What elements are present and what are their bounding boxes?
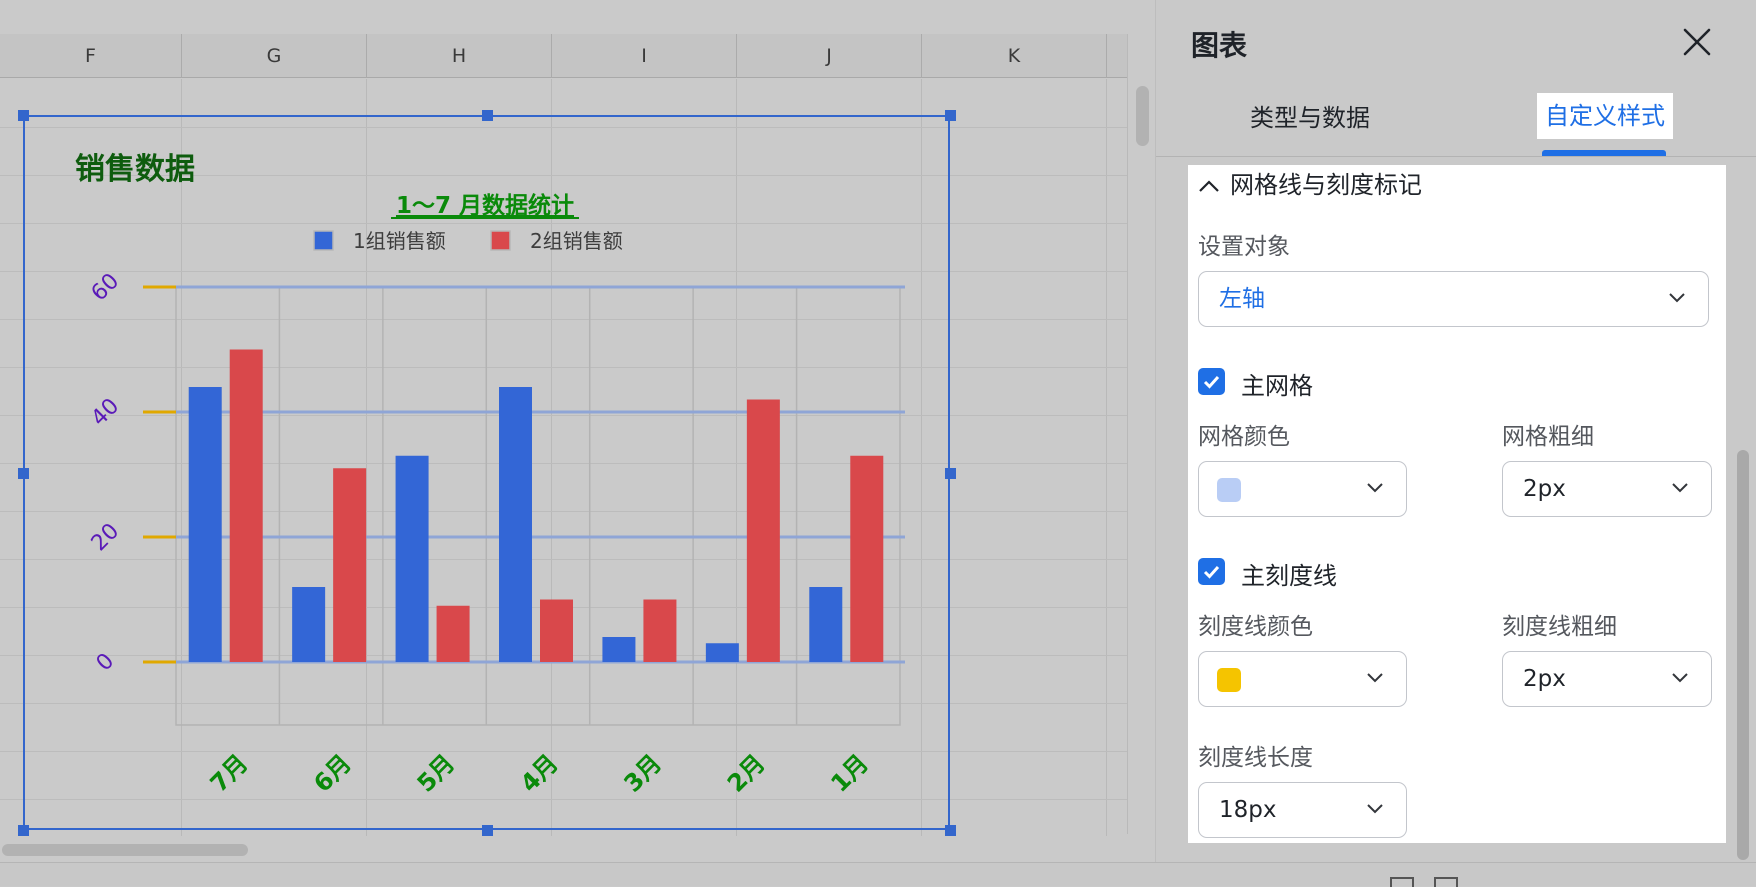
resize-handle[interactable] <box>481 825 493 836</box>
grid-color-select[interactable] <box>1198 461 1407 517</box>
spreadsheet-area[interactable]: FGHIJK 销售数据 1～7 月数据统计 1组销售额 2组销售额 0 20 40 60 7月 6… <box>0 0 1155 886</box>
target-label: 设置对象 <box>1198 234 1290 260</box>
bar-series1 <box>705 643 739 662</box>
vertical-scroll-thumb[interactable] <box>1136 86 1149 146</box>
y-tick-label: 60 <box>87 269 124 306</box>
tab-divider <box>1156 156 1756 157</box>
plot-area-border <box>175 286 901 726</box>
horizontal-scroll-thumb[interactable] <box>2 844 248 856</box>
bar-chart[interactable]: 销售数据 1～7 月数据统计 1组销售额 2组销售额 0 20 40 60 7月 6月 5月 4月 3月… <box>25 117 952 832</box>
grid-width-label: 网格粗细 <box>1502 424 1594 450</box>
tick-length-select[interactable]: 18px <box>1198 782 1407 838</box>
settings-card: 网格线与刻度标记 设置对象 左轴 主网格 网格颜色 网格粗细 2px 主刻度线 … <box>1188 165 1726 843</box>
tick-color-select[interactable] <box>1198 651 1407 707</box>
column-header-j[interactable]: J <box>737 34 922 78</box>
bar-series2 <box>333 468 367 662</box>
column-header-f[interactable]: F <box>0 34 182 78</box>
grid-width-value: 2px <box>1523 476 1566 502</box>
target-select-value: 左轴 <box>1219 286 1265 312</box>
tick-color-label: 刻度线颜色 <box>1198 614 1313 640</box>
major-tick-label: 主刻度线 <box>1241 562 1337 590</box>
grid-color-swatch <box>1217 478 1241 502</box>
resize-handle[interactable] <box>945 467 956 479</box>
resize-handle[interactable] <box>18 825 29 836</box>
y-tick-label: 0 <box>92 649 120 677</box>
grid-color-label: 网格颜色 <box>1198 424 1290 450</box>
major-grid-checkbox[interactable] <box>1198 368 1225 395</box>
bar-series2 <box>746 399 780 662</box>
x-tick-label: 4月 <box>515 749 564 798</box>
chevron-down-icon <box>1367 804 1383 814</box>
panel-scrollbar[interactable] <box>1737 450 1749 860</box>
check-icon <box>1203 565 1220 579</box>
y-tick-label: 20 <box>87 519 124 556</box>
bar-series1 <box>499 387 532 662</box>
section-title: 网格线与刻度标记 <box>1230 171 1422 199</box>
column-header-g[interactable]: G <box>182 34 367 78</box>
grid-column-line <box>1106 79 1107 836</box>
resize-handle[interactable] <box>18 467 29 479</box>
close-icon[interactable] <box>1679 24 1715 60</box>
target-select[interactable]: 左轴 <box>1198 271 1709 327</box>
x-tick-label: 2月 <box>722 749 771 798</box>
legend-swatch <box>490 230 511 251</box>
horizontal-scrollbar[interactable] <box>0 836 1155 862</box>
chevron-up-icon[interactable] <box>1198 179 1220 193</box>
legend-label: 1组销售额 <box>353 229 446 253</box>
section-header-gridlines[interactable]: 网格线与刻度标记 <box>1198 165 1422 199</box>
resize-handle[interactable] <box>945 825 956 836</box>
bar-series1 <box>188 387 222 662</box>
tick-width-select[interactable]: 2px <box>1502 651 1712 707</box>
chart-subtitle: 1～7 月数据统计 <box>396 192 574 219</box>
chevron-down-icon <box>1367 483 1383 493</box>
chart-title: 销售数据 <box>75 152 195 187</box>
resize-handle[interactable] <box>481 110 493 121</box>
x-tick-label: 7月 <box>205 749 254 798</box>
major-grid-label: 主网格 <box>1241 372 1313 400</box>
close-button[interactable] <box>1679 24 1715 60</box>
bar-series2 <box>643 599 677 662</box>
vertical-scrollbar[interactable] <box>1127 34 1155 834</box>
bar-series2 <box>850 455 884 662</box>
tick-color-swatch <box>1217 668 1241 692</box>
chart-settings-panel: 图表 类型与数据 自定义样式 网格线与刻度标记 设置对象 左轴 主网格 网格颜色… <box>1155 0 1756 862</box>
chevron-down-icon <box>1669 293 1685 303</box>
panel-title: 图表 <box>1191 29 1248 62</box>
x-tick-label: 3月 <box>619 749 668 798</box>
chart-selection-frame[interactable]: 销售数据 1～7 月数据统计 1组销售额 2组销售额 0 20 40 60 7月 6月 5月 4月 3月… <box>18 110 956 836</box>
chevron-down-icon <box>1672 673 1688 683</box>
bar-series2 <box>436 605 470 662</box>
tick-width-label: 刻度线粗细 <box>1502 614 1617 640</box>
bar-series2 <box>229 349 263 662</box>
tick-length-value: 18px <box>1219 797 1277 823</box>
major-tick-checkbox[interactable] <box>1198 558 1225 585</box>
y-tick-label: 40 <box>87 394 124 431</box>
x-tick-label: 5月 <box>412 749 461 798</box>
chevron-down-icon <box>1672 483 1688 493</box>
resize-handle[interactable] <box>945 110 956 121</box>
tab-custom-style[interactable]: 自定义样式 <box>1537 93 1673 139</box>
bar-series1 <box>395 455 429 662</box>
column-header-h[interactable]: H <box>367 34 552 78</box>
grid-width-select[interactable]: 2px <box>1502 461 1712 517</box>
x-tick-label: 1月 <box>825 749 874 798</box>
bar-series1 <box>292 587 326 662</box>
bar-series2 <box>540 599 573 662</box>
chevron-down-icon <box>1367 673 1383 683</box>
bar-series1 <box>602 637 636 662</box>
status-bar <box>0 862 1756 887</box>
resize-handle[interactable] <box>18 110 29 121</box>
tick-length-label: 刻度线长度 <box>1198 745 1313 771</box>
tab-type-and-data[interactable]: 类型与数据 <box>1242 95 1378 141</box>
column-header-i[interactable]: I <box>552 34 737 78</box>
legend-swatch <box>313 230 334 251</box>
bar-series1 <box>809 587 843 662</box>
legend-label: 2组销售额 <box>530 229 623 253</box>
column-header-k[interactable]: K <box>922 34 1107 78</box>
check-icon <box>1203 375 1220 389</box>
tick-width-value: 2px <box>1523 666 1566 692</box>
x-tick-label: 6月 <box>308 749 357 798</box>
column-header-row: FGHIJK <box>0 34 1127 78</box>
